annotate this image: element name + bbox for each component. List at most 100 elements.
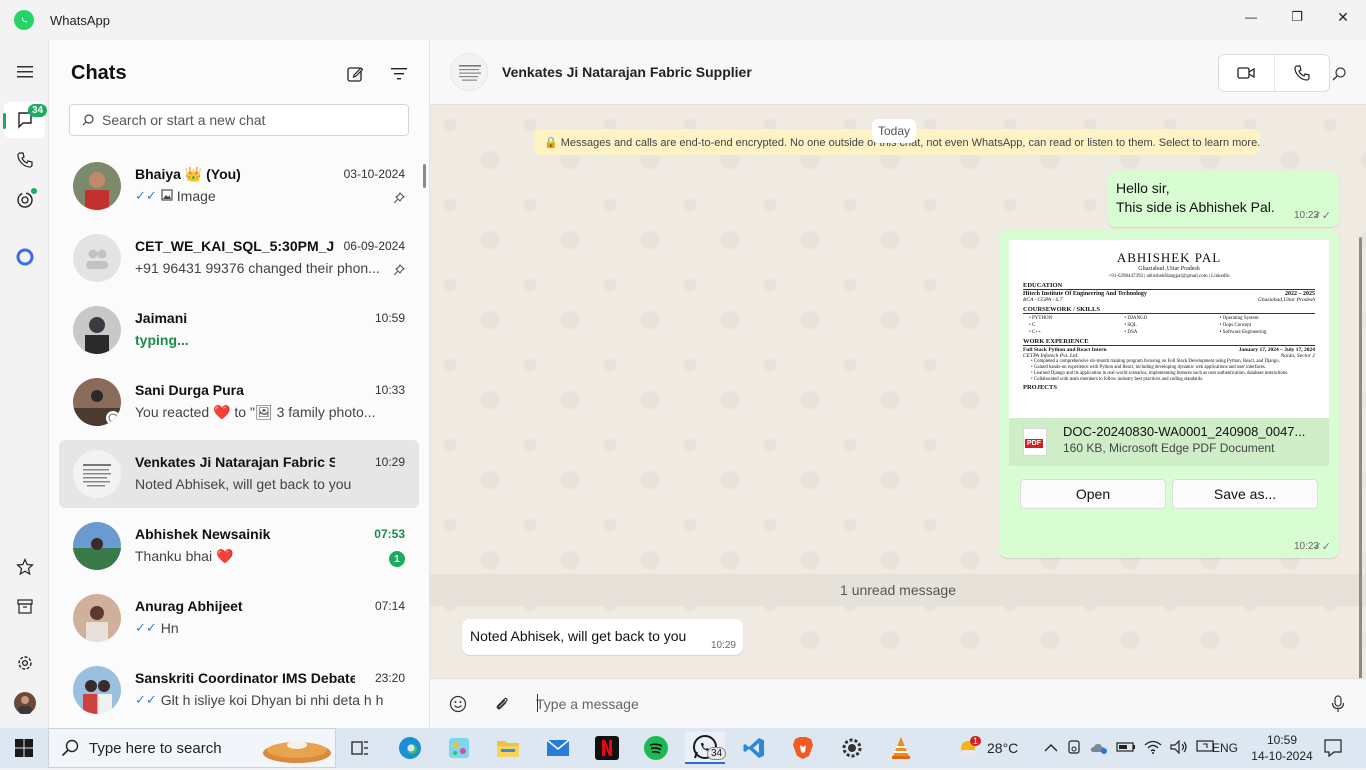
close-button[interactable]: ✕	[1320, 0, 1366, 34]
message-input[interactable]	[536, 693, 1316, 715]
status-icon[interactable]	[0, 182, 49, 218]
paint-app-icon[interactable]	[439, 732, 479, 764]
resume-skill: • C	[1029, 323, 1036, 328]
document-info[interactable]: PDF DOC-20240830-WA0001_240908_0047... 1…	[1009, 418, 1329, 466]
resume-skill: • Operating System	[1219, 316, 1259, 321]
chat-preview: +91 96431 99376 changed their phon...	[135, 260, 380, 276]
spotify-app-icon[interactable]	[636, 732, 676, 764]
chat-list-scrollbar[interactable]	[423, 164, 426, 188]
system-tray-icons	[1066, 728, 1214, 768]
pdf-file-icon: PDF	[1023, 428, 1047, 456]
chat-name: Bhaiya 👑 (You)	[135, 166, 241, 182]
resume-contact: +91-6398447392 | abhishekfdangpal@gmail.…	[1108, 274, 1230, 279]
message-composer	[430, 678, 1366, 728]
attach-icon[interactable]	[490, 692, 514, 716]
chat-row-jaimani[interactable]: Jaimani 10:59 typing...	[59, 296, 419, 364]
resume-skill: • Oops Concept	[1219, 323, 1252, 328]
contact-avatar[interactable]	[450, 53, 488, 91]
message-time: 10:29	[710, 640, 736, 651]
taskbar-search-input[interactable]	[89, 739, 259, 757]
document-file-name: DOC-20240830-WA0001_240908_0047...	[1063, 424, 1306, 439]
chats-icon[interactable]: 34	[3, 102, 48, 138]
new-chat-icon[interactable]	[345, 64, 365, 84]
conversation-header: Venkates Ji Natarajan Fabric Supplier	[430, 40, 1366, 105]
chat-name: Venkates Ji Natarajan Fabric Sup...	[135, 454, 335, 470]
archive-icon[interactable]	[0, 588, 49, 624]
chat-row-bhaiya[interactable]: Bhaiya 👑 (You) 03-10-2024 ✓✓ Image	[59, 152, 419, 220]
vlc-player-icon[interactable]	[881, 732, 921, 764]
document-message[interactable]: ABHISHEK PAL Ghaziabad ,Uttar Pradesh +9…	[999, 230, 1339, 558]
conversation-panel: Venkates Ji Natarajan Fabric Supplier 🔒 …	[430, 40, 1366, 728]
chat-row-abhishek-newsainik[interactable]: Abhishek Newsainik 07:53 Thanku bhai ❤️ …	[59, 512, 419, 580]
minimize-button[interactable]: —	[1228, 0, 1274, 34]
voice-call-icon[interactable]	[1273, 55, 1330, 91]
wifi-icon[interactable]	[1144, 740, 1162, 757]
search-in-chat-icon[interactable]	[1327, 62, 1351, 86]
video-call-icon[interactable]	[1219, 55, 1274, 91]
contact-name[interactable]: Venkates Ji Natarajan Fabric Supplier	[502, 64, 752, 80]
chat-preview: ✓✓ Image	[135, 188, 216, 204]
chat-preview: Noted Abhisek, will get back to you	[135, 476, 352, 492]
chat-row-sanskriti-coordinator[interactable]: Sanskriti Coordinator IMS Debate 23:20 ✓…	[59, 656, 419, 724]
read-ticks-icon: ✓✓	[135, 188, 157, 203]
weather-widget[interactable]: 1 28°C	[958, 728, 1018, 768]
chat-search-box[interactable]	[69, 104, 409, 136]
meta-ai-icon[interactable]	[0, 239, 49, 275]
battery-icon[interactable]	[1116, 741, 1136, 756]
chat-name: CET_WE_KAI_SQL_5:30PM_J...	[135, 238, 335, 254]
chat-time: 10:29	[374, 455, 405, 469]
avatar	[73, 666, 121, 714]
starred-icon[interactable]	[0, 549, 49, 585]
chat-row-cet-sql[interactable]: CET_WE_KAI_SQL_5:30PM_J... 06-09-2024 +9…	[59, 224, 419, 292]
conversation-scrollbar[interactable]	[1359, 237, 1362, 678]
outgoing-message[interactable]: Hello sir, This side is Abhishek Pal. 10…	[1107, 172, 1339, 227]
filter-icon[interactable]	[389, 64, 409, 84]
calls-icon[interactable]	[0, 142, 49, 178]
whatsapp-taskbar-icon[interactable]: 34	[685, 732, 727, 764]
read-ticks-icon: ✓✓	[135, 692, 157, 707]
input-language[interactable]: ENG	[1212, 728, 1238, 768]
menu-icon[interactable]	[0, 54, 49, 90]
vscode-app-icon[interactable]	[734, 732, 774, 764]
message-line: This side is Abhishek Pal.	[1116, 199, 1275, 215]
profile-avatar[interactable]	[0, 685, 49, 721]
document-preview[interactable]: ABHISHEK PAL Ghaziabad ,Uttar Pradesh +9…	[1009, 240, 1329, 418]
restore-button[interactable]: ❐	[1274, 0, 1320, 34]
chat-time: 10:59	[374, 311, 405, 325]
mail-app-icon[interactable]	[538, 732, 578, 764]
chats-badge: 34	[28, 104, 48, 117]
chat-row-sani-durga-pura[interactable]: Sani Durga Pura 10:33 You reacted ❤️ to …	[59, 368, 419, 436]
chat-row-venkates-ji[interactable]: Venkates Ji Natarajan Fabric Sup... 10:2…	[59, 440, 419, 508]
device-icon[interactable]	[1066, 739, 1082, 758]
resume-name: ABHISHEK PAL	[1116, 250, 1222, 265]
windows-start-icon[interactable]	[0, 728, 48, 768]
chat-row-anurag-abhijeet[interactable]: Anurag Abhijeet 07:14 ✓✓ Hn	[59, 584, 419, 652]
taskbar-search-box[interactable]	[48, 728, 336, 768]
settings-icon[interactable]	[0, 645, 49, 681]
search-input[interactable]	[102, 112, 402, 128]
chat-preview: Thanku bhai ❤️	[135, 548, 234, 564]
save-as-button[interactable]: Save as...	[1172, 479, 1318, 509]
microphone-icon[interactable]	[1326, 692, 1350, 716]
chat-name: Sani Durga Pura	[135, 382, 244, 398]
avatar	[73, 522, 121, 570]
message-area[interactable]: 🔒 Messages and calls are end-to-end encr…	[430, 105, 1366, 678]
file-explorer-icon[interactable]	[488, 732, 528, 764]
avatar	[73, 450, 121, 498]
taskbar-clock[interactable]: 10:59 14-10-2024	[1250, 728, 1314, 768]
edge-browser-icon[interactable]	[390, 732, 430, 764]
volume-icon[interactable]	[1170, 739, 1188, 757]
open-document-button[interactable]: Open	[1020, 479, 1166, 509]
task-view-icon[interactable]	[340, 732, 380, 764]
document-file-meta: 160 KB, Microsoft Edge PDF Document	[1063, 441, 1275, 455]
system-tray-chevron-icon[interactable]	[1044, 728, 1058, 768]
resume-location: Ghaziabad ,Uttar Pradesh	[1138, 266, 1200, 272]
settings-app-icon[interactable]	[832, 732, 872, 764]
onedrive-icon[interactable]	[1090, 740, 1108, 757]
incoming-message[interactable]: Noted Abhisek, will get back to you 10:2…	[462, 619, 743, 655]
emoji-icon[interactable]	[446, 692, 470, 716]
notifications-icon[interactable]	[1324, 728, 1342, 768]
brave-browser-icon[interactable]	[783, 732, 823, 764]
netflix-app-icon[interactable]	[587, 732, 627, 764]
text-caret	[537, 694, 538, 712]
